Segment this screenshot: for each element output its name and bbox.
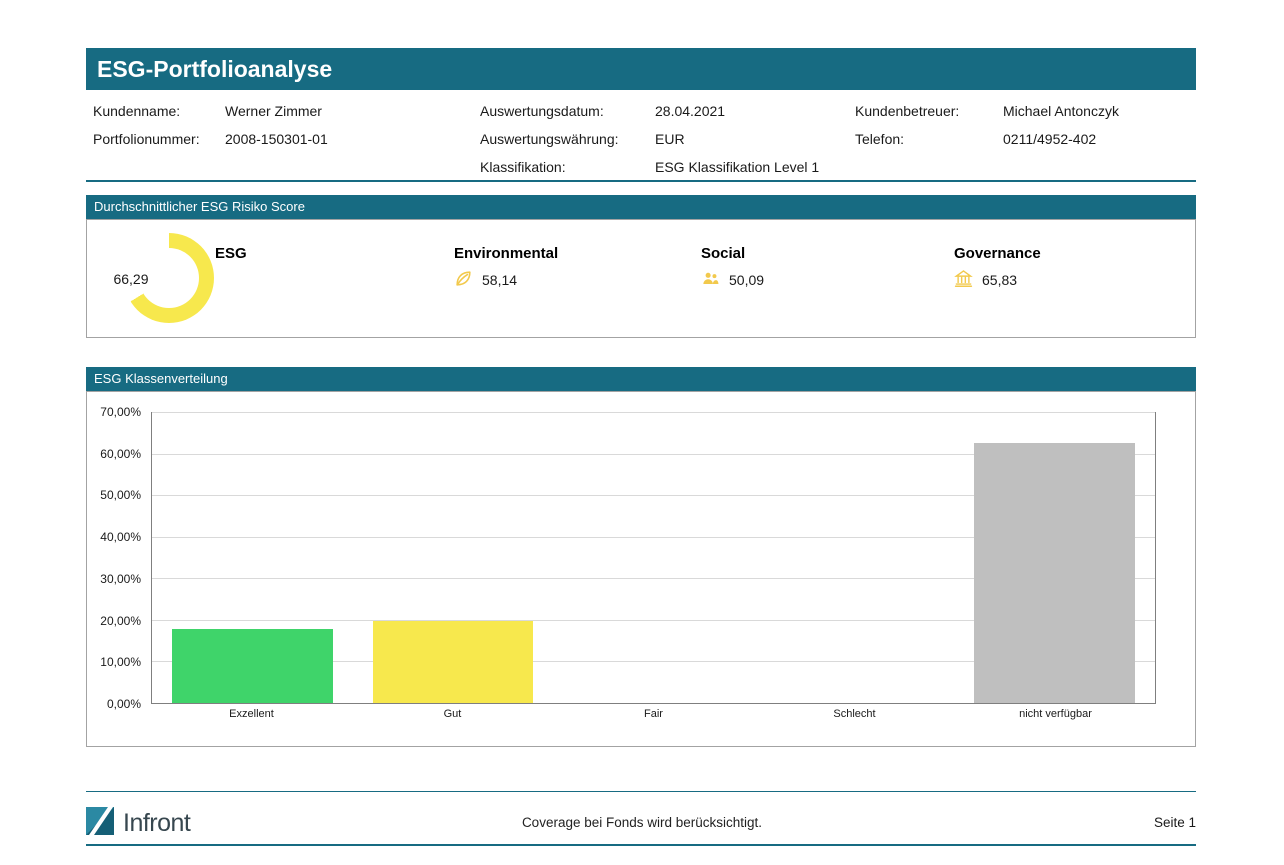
people-icon — [701, 269, 720, 291]
info-row: Kundenbetreuer: Michael Antonczyk — [855, 97, 1119, 125]
y-tick-label: 0,00% — [107, 697, 141, 711]
page-number: Seite 1 — [1154, 815, 1196, 830]
chart-bar — [373, 621, 533, 703]
bar-slot — [353, 412, 554, 703]
social-label: Social — [701, 245, 745, 262]
info-row: Telefon: 0211/4952-402 — [855, 125, 1119, 153]
report-title-bar: ESG-Portfolioanalyse — [86, 48, 1196, 90]
footer-bottom-divider — [86, 844, 1196, 846]
footer-note: Coverage bei Fonds wird berücksichtigt. — [0, 815, 1284, 830]
info-label: Klassifikation: — [480, 153, 655, 181]
category-labels: ExzellentGutFairSchlechtnicht verfügbar — [151, 708, 1156, 720]
footer-top-divider — [86, 791, 1196, 792]
client-info-column-3: Kundenbetreuer: Michael Antonczyk Telefo… — [855, 97, 1119, 153]
info-value: 28.04.2021 — [655, 97, 725, 125]
score-section-header: Durchschnittlicher ESG Risiko Score — [86, 195, 1196, 219]
info-label: Auswertungswährung: — [480, 125, 655, 153]
governance-label: Governance — [954, 245, 1041, 262]
info-label: Portfolionummer: — [93, 125, 225, 153]
score-section-box: 66,29 ESG Environmental 58,14 Social 50,… — [86, 219, 1196, 338]
page-title: ESG-Portfolioanalyse — [97, 56, 332, 82]
plot-area — [151, 412, 1156, 704]
info-value: Werner Zimmer — [225, 97, 322, 125]
info-label: Auswertungsdatum: — [480, 97, 655, 125]
info-row: Klassifikation: ESG Klassifikation Level… — [480, 153, 819, 181]
category-label: Schlecht — [754, 708, 955, 720]
esg-score-label: ESG — [215, 245, 247, 262]
info-value: 2008-150301-01 — [225, 125, 328, 153]
bar-slot — [152, 412, 353, 703]
environmental-value: 58,14 — [482, 272, 517, 288]
category-label: Gut — [352, 708, 553, 720]
y-axis-labels: 0,00%10,00%20,00%30,00%40,00%50,00%60,00… — [89, 412, 147, 704]
y-tick-label: 10,00% — [100, 655, 141, 669]
y-tick-label: 40,00% — [100, 530, 141, 544]
bank-icon — [954, 269, 973, 291]
info-label: Kundenname: — [93, 97, 225, 125]
bars-row — [152, 412, 1155, 703]
bar-slot — [754, 412, 955, 703]
chart-section-title: ESG Klassenverteilung — [94, 371, 228, 386]
governance-value: 65,83 — [982, 272, 1017, 288]
score-section-title: Durchschnittlicher ESG Risiko Score — [94, 199, 305, 214]
info-row: Auswertungswährung: EUR — [480, 125, 819, 153]
esg-gauge-value: 66,29 — [95, 271, 167, 287]
info-row: Kundenname: Werner Zimmer — [93, 97, 328, 125]
info-row: Auswertungsdatum: 28.04.2021 — [480, 97, 819, 125]
chart-section-header: ESG Klassenverteilung — [86, 367, 1196, 391]
client-info-column-2: Auswertungsdatum: 28.04.2021 Auswertungs… — [480, 97, 819, 181]
y-tick-label: 60,00% — [100, 447, 141, 461]
bar-slot — [553, 412, 754, 703]
y-tick-label: 20,00% — [100, 614, 141, 628]
leaf-icon — [454, 269, 473, 291]
social-value: 50,09 — [729, 272, 764, 288]
info-value: ESG Klassifikation Level 1 — [655, 153, 819, 181]
info-label: Kundenbetreuer: — [855, 97, 1003, 125]
chart-bar — [172, 629, 332, 703]
category-label: Fair — [553, 708, 754, 720]
environmental-label: Environmental — [454, 245, 558, 262]
bar-slot — [954, 412, 1155, 703]
category-label: Exzellent — [151, 708, 352, 720]
chart-bar — [974, 443, 1134, 703]
y-tick-label: 70,00% — [100, 405, 141, 419]
governance-score: 65,83 — [954, 269, 1017, 291]
environmental-score: 58,14 — [454, 269, 517, 291]
client-info-column-1: Kundenname: Werner Zimmer Portfolionumme… — [93, 97, 328, 153]
y-tick-label: 50,00% — [100, 488, 141, 502]
category-label: nicht verfügbar — [955, 708, 1156, 720]
header-divider-line — [86, 180, 1196, 182]
info-value: Michael Antonczyk — [1003, 97, 1119, 125]
social-score: 50,09 — [701, 269, 764, 291]
info-value: EUR — [655, 125, 685, 153]
chart-section-box: 0,00% 10,00% 20,00% 30,00% 40,00% 50,00% 60,00… — [86, 391, 1196, 747]
y-tick-label: 30,00% — [100, 572, 141, 586]
info-label: Telefon: — [855, 125, 1003, 153]
info-row: Portfolionummer: 2008-150301-01 — [93, 125, 328, 153]
info-value: 0211/4952-402 — [1003, 125, 1096, 153]
